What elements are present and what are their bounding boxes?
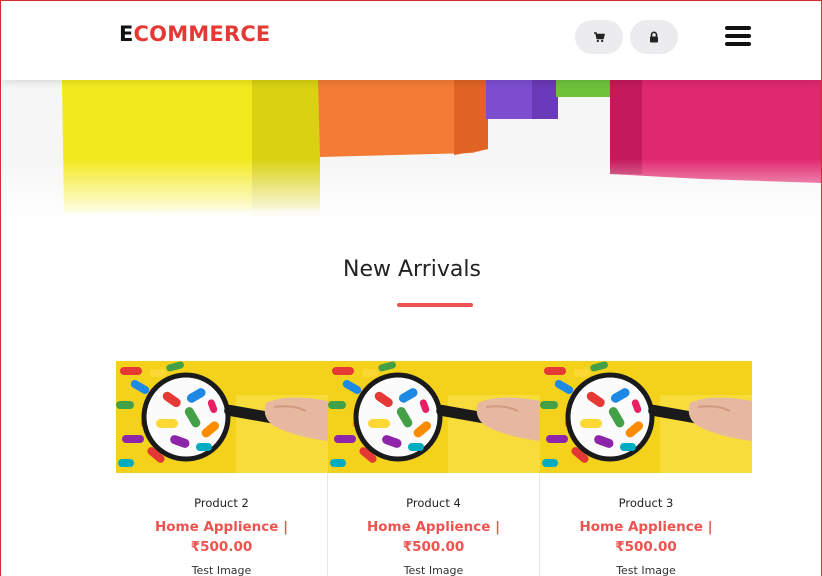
site-logo[interactable]: ECOMMERCE [119, 22, 270, 46]
lock-icon [650, 31, 658, 43]
product-image[interactable] [540, 361, 752, 473]
product-name[interactable]: Product 2 [116, 496, 327, 510]
product-category: Home Applience | [366, 519, 501, 535]
product-price: ₹500.00 [402, 539, 465, 555]
account-button[interactable] [630, 20, 678, 54]
product-name[interactable]: Product 4 [328, 496, 539, 510]
logo-letter-e: E [119, 22, 134, 46]
product-description: Test Image [616, 564, 676, 576]
product-image[interactable] [116, 361, 328, 473]
menu-bar [725, 34, 751, 38]
product-card[interactable]: Product 4 Home Applience | ₹500.00 Test … [328, 361, 540, 576]
cart-icon [594, 32, 605, 43]
product-image[interactable] [328, 361, 540, 473]
hamburger-menu-icon[interactable] [725, 26, 755, 46]
product-description: Test Image [403, 564, 464, 576]
hero-fade [2, 159, 821, 219]
menu-bar [725, 26, 751, 30]
logo-text: COMMERCE [133, 22, 271, 46]
product-card[interactable]: Product 2 Home Applience | ₹500.00 Test … [116, 361, 328, 576]
menu-bar [725, 42, 751, 46]
product-card[interactable]: Product 3 Home Applience | ₹500.00 Test … [540, 361, 752, 576]
product-category: Home Applience | [579, 519, 713, 535]
section-title-underline [397, 303, 473, 307]
site-header: ECOMMERCE [2, 2, 821, 80]
product-price: ₹500.00 [615, 539, 677, 555]
product-grid: Product 2 Home Applience | ₹500.00 Test … [116, 361, 752, 576]
product-price: ₹500.00 [190, 539, 253, 555]
hero-banner [2, 79, 821, 219]
section-title: New Arrivals [343, 257, 481, 282]
product-name[interactable]: Product 3 [540, 496, 752, 510]
product-category: Home Applience | [154, 519, 289, 535]
pills-magnifier-image [328, 361, 540, 473]
pills-magnifier-image [540, 361, 752, 473]
page-frame: ECOMMERCE New Arrivals Product 2 Home Ap… [0, 0, 822, 576]
product-description: Test Image [191, 564, 252, 576]
cart-button[interactable] [575, 20, 623, 54]
pills-magnifier-image [116, 361, 328, 473]
